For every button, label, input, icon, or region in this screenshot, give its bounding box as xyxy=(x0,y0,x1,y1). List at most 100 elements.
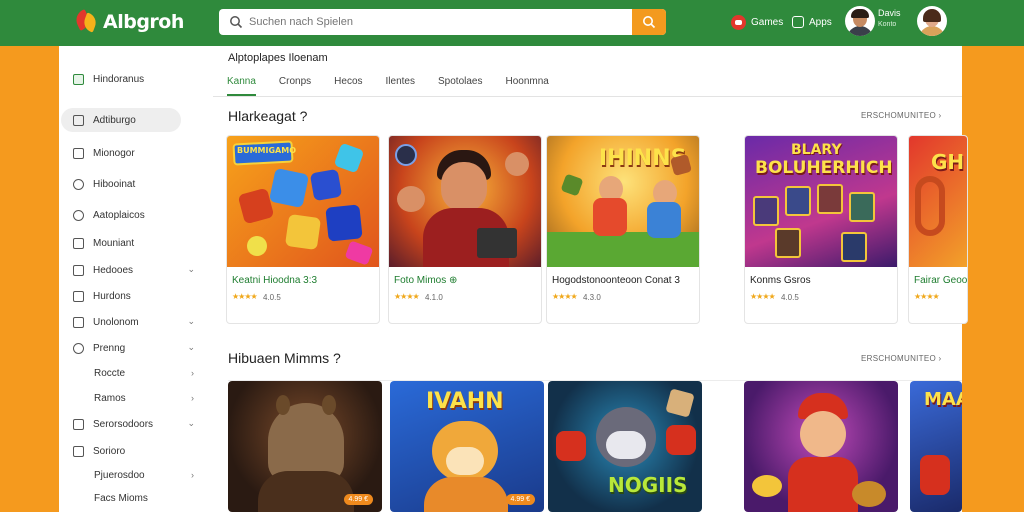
sidebar-subitem[interactable]: Facs Mioms xyxy=(94,493,148,504)
section-title: Hibuaen Mimms ? xyxy=(228,350,341,366)
sidebar-item-label: Mionogor xyxy=(93,147,135,159)
game-thumbnail[interactable]: 4.99 € xyxy=(228,381,382,512)
see-more-link[interactable]: ERSCHOMUNITEO › xyxy=(861,354,942,363)
sidebar-item-home[interactable]: Hindoranus xyxy=(61,67,181,91)
game-thumbnail[interactable]: NOGIIS xyxy=(548,381,702,512)
star-rating-icon: ★★★★ xyxy=(394,292,420,301)
sidebar-item[interactable]: Mouniant xyxy=(61,231,181,255)
game-thumbnail: IHINNS xyxy=(547,136,699,267)
game-title: Foto Mimos ⊕ xyxy=(394,275,458,286)
logo-text: Albgroh xyxy=(103,11,184,33)
tab-bar: Kanna Cronps Hecos Ilentes Spotolaes Hoo… xyxy=(227,72,572,96)
search-bar xyxy=(219,9,666,35)
nav-games[interactable]: Games xyxy=(731,12,783,32)
price-badge[interactable]: 4.99 € xyxy=(343,494,373,505)
game-thumbnail: GH xyxy=(909,136,967,267)
nav-apps[interactable]: Apps xyxy=(792,12,832,32)
sidebar-item[interactable]: Serorsodoors ⌄ xyxy=(61,412,195,436)
sidebar-subitem[interactable]: Roccte › xyxy=(94,368,194,379)
tab-active[interactable]: Kanna xyxy=(227,72,256,96)
tag-icon xyxy=(73,114,84,126)
box-icon xyxy=(73,418,84,430)
game-thumbnail: BLARY BOLUHERHICH xyxy=(745,136,897,267)
sidebar-item-label: Serorsodoors xyxy=(93,418,154,430)
sidebar-item[interactable]: Unolonom ⌄ xyxy=(61,310,195,334)
search-input[interactable] xyxy=(249,12,629,32)
sidebar-subitem[interactable]: Pjuerosdoo › xyxy=(94,470,194,481)
sidebar-item[interactable]: Prenng ⌄ xyxy=(61,336,195,360)
star-rating-icon: ★★★★ xyxy=(552,292,578,301)
chevron-right-icon: › xyxy=(191,470,194,480)
chevron-down-icon: ⌄ xyxy=(187,342,195,352)
game-card[interactable]: GH Fairar Geoo ★★★★ xyxy=(908,135,968,324)
apps-icon xyxy=(792,16,804,28)
tab[interactable]: Hecos xyxy=(334,72,362,96)
star-rating-icon: ★★★★ xyxy=(914,292,940,301)
chevron-right-icon: › xyxy=(938,111,942,120)
content-panel: Hindoranus Adtiburgo Mionogor Hibooinat … xyxy=(59,46,968,512)
section-title: Hlarkeagat ? xyxy=(228,108,308,124)
game-thumbnail: BUMMIGAMO xyxy=(227,136,379,267)
list-icon xyxy=(73,445,84,457)
sidebar-item[interactable]: Hedooes ⌄ xyxy=(61,258,195,282)
game-card[interactable]: BLARY BOLUHERHICH Konms Gsros ★★★★ 4.0.5 xyxy=(744,135,898,324)
game-title: Fairar Geoo xyxy=(914,275,968,286)
rating-value: 4.1.0 xyxy=(425,293,443,302)
tab[interactable]: Hoonmna xyxy=(505,72,548,96)
tab[interactable]: Cronps xyxy=(279,72,311,96)
game-card[interactable]: IHINNS Hogodstonoonteoon Conat 3 ★★★★ 4.… xyxy=(546,135,700,324)
sidebar-subitem-label: Pjuerosdoo xyxy=(94,470,145,481)
gamepad-icon xyxy=(731,14,746,30)
game-title: Hogodstonoonteoon Conat 3 xyxy=(552,275,680,286)
sidebar-item[interactable]: Aatoplaicos xyxy=(61,203,181,227)
tab[interactable]: Spotolaes xyxy=(438,72,482,96)
sidebar-item[interactable]: Hibooinat xyxy=(61,172,181,196)
price-badge[interactable]: 4.99 € xyxy=(505,494,535,505)
sidebar-item-label: Mouniant xyxy=(93,237,135,249)
divider xyxy=(213,96,962,97)
box-icon xyxy=(73,290,84,302)
sidebar-item[interactable]: Mionogor xyxy=(61,141,181,165)
game-thumbnail xyxy=(389,136,541,267)
game-thumbnail[interactable]: MAA xyxy=(910,381,962,512)
art-text: NOGIIS xyxy=(608,473,688,497)
art-text: IVAHN xyxy=(426,389,504,414)
list-icon xyxy=(73,237,84,249)
search-button[interactable] xyxy=(632,9,666,35)
see-more-label: ERSCHOMUNITEO xyxy=(861,111,937,120)
chevron-right-icon: › xyxy=(191,393,194,403)
sidebar-item[interactable]: Hurdons xyxy=(61,284,181,308)
art-text: BUMMIGAMO xyxy=(237,146,297,155)
game-card[interactable]: Foto Mimos ⊕ ★★★★ 4.1.0 xyxy=(388,135,542,324)
sidebar-subitem-label: Ramos xyxy=(94,393,126,404)
sidebar-subitem[interactable]: Ramos › xyxy=(94,393,194,404)
square-icon xyxy=(73,147,84,159)
sidebar-item-label: Sorioro xyxy=(93,445,126,457)
gear-icon xyxy=(73,209,84,221)
page-title: Alptoplapes Iloenam xyxy=(228,52,328,64)
game-thumbnail[interactable] xyxy=(744,381,898,512)
rating-value: 4.0.5 xyxy=(781,293,799,302)
tab[interactable]: Ilentes xyxy=(386,72,415,96)
top-bar: Albgroh Games Apps Davis Konto xyxy=(0,0,1024,46)
nav-games-label: Games xyxy=(751,16,784,28)
sidebar-subitem-label: Facs Mioms xyxy=(94,493,148,504)
nav-apps-label: Apps xyxy=(809,16,832,28)
sidebar-item-label: Hibooinat xyxy=(93,178,136,190)
home-icon xyxy=(73,73,84,85)
game-card[interactable]: BUMMIGAMO Keatni Hioodna 3:3 ★★★★ 4.0.5 xyxy=(226,135,380,324)
sidebar-item[interactable]: Sorioro xyxy=(61,439,181,463)
box-icon xyxy=(73,316,84,328)
avatar[interactable] xyxy=(845,6,875,36)
user-info: Davis Konto xyxy=(878,8,901,30)
see-more-link[interactable]: ERSCHOMUNITEO › xyxy=(861,111,942,120)
logo[interactable]: Albgroh xyxy=(72,4,184,40)
sidebar-item-label: Hedooes xyxy=(93,264,134,276)
sidebar-subitem-label: Roccte xyxy=(94,368,126,379)
search-icon xyxy=(643,16,656,29)
chevron-down-icon: ⌄ xyxy=(187,316,195,326)
sidebar-item-active[interactable]: Adtiburgo xyxy=(61,108,181,132)
game-title: Keatni Hioodna 3:3 xyxy=(232,275,318,286)
game-thumbnail[interactable]: IVAHN 4.99 € xyxy=(390,381,544,512)
avatar[interactable] xyxy=(917,6,947,36)
